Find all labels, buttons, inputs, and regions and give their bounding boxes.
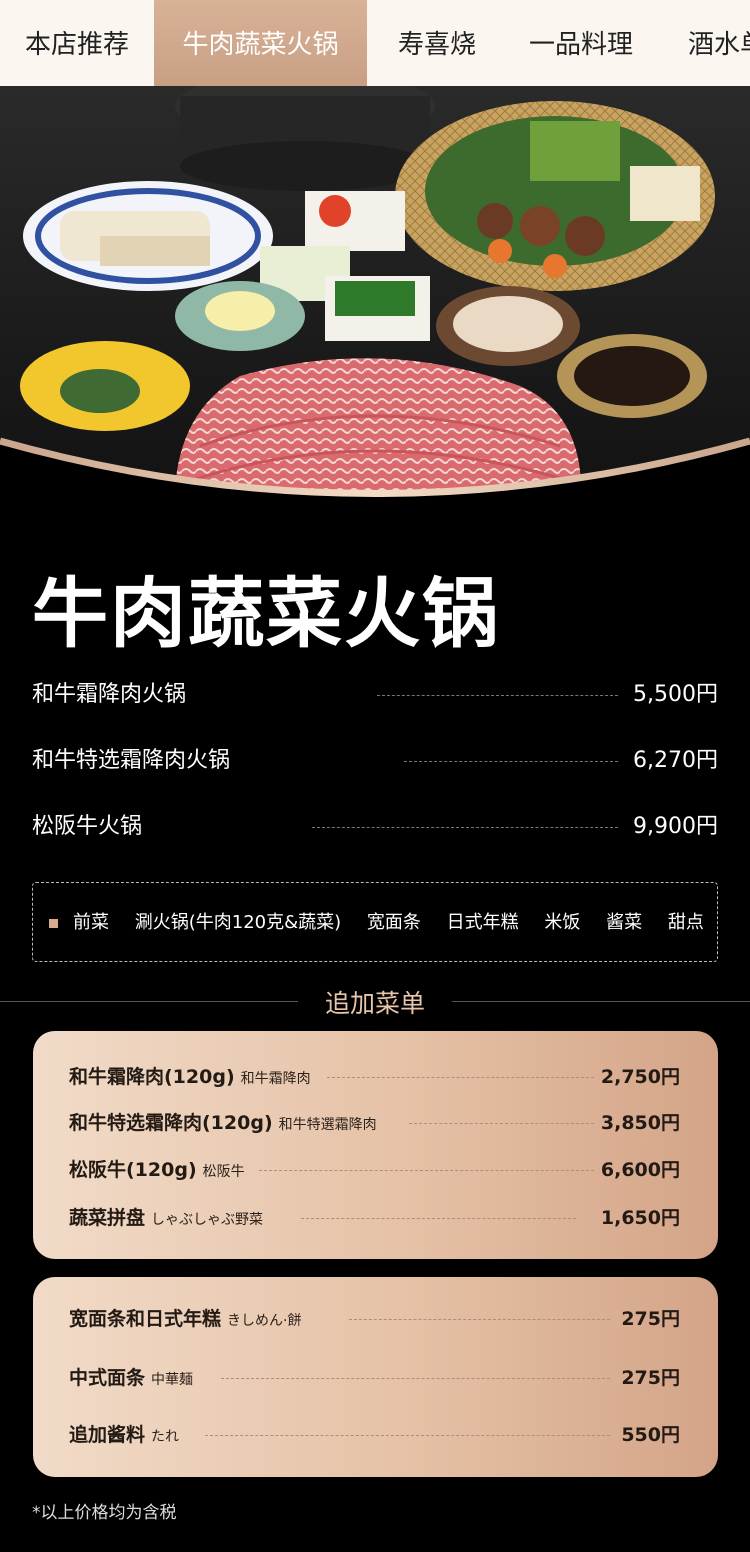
menu-item: 和牛霜降肉火锅 5,500円 (32, 677, 718, 713)
add-item-cn: 宽面条和日式年糕 (69, 1308, 222, 1330)
add-item-cn: 追加酱料 (69, 1424, 146, 1446)
tab-beef-vegetable-hotpot[interactable]: 牛肉蔬菜火锅 (154, 0, 367, 86)
set-item: 酱菜 (606, 912, 643, 933)
hero-food-image (0, 86, 750, 516)
set-item: 涮火锅(牛肉120克&蔬菜) (134, 912, 342, 933)
add-item-name: 和牛霜降肉(120g) 和牛霜降肉 (69, 1062, 311, 1094)
add-item-jp: 松阪牛 (202, 1164, 245, 1180)
tab-sukiyaki[interactable]: 寿喜烧 (367, 0, 507, 86)
leader-dots (349, 1319, 610, 1320)
add-item-cn: 松阪牛(120g) (69, 1159, 197, 1181)
square-bullet-icon (49, 919, 58, 928)
category-tab-bar: 本店推荐 牛肉蔬菜火锅 寿喜烧 一品料理 酒水单 (0, 0, 750, 86)
page-title: 牛肉蔬菜火锅 (32, 569, 500, 658)
tax-footnote: *以上价格均为含税 (32, 1503, 177, 1523)
set-item: 日式年糕 (446, 912, 519, 933)
add-item-name: 松阪牛(120g) 松阪牛 (69, 1155, 245, 1187)
hotpot-meal-photo-icon (0, 86, 750, 516)
add-menu-card-meat: 和牛霜降肉(120g) 和牛霜降肉 2,750円 和牛特选霜降肉(120g) 和牛特… (33, 1031, 718, 1259)
add-item-name: 追加酱料 たれ (69, 1420, 179, 1452)
add-menu-heading: 追加菜单 (324, 989, 425, 1018)
add-item-jp: 和牛特選霜降肉 (278, 1117, 377, 1133)
leader-dots (404, 761, 618, 762)
add-menu-item: 和牛霜降肉(120g) 和牛霜降肉 2,750円 (69, 1062, 680, 1092)
add-item-price: 550円 (621, 1424, 680, 1446)
menu-item-name: 和牛特选霜降肉火锅 (32, 748, 231, 773)
menu-item-name: 松阪牛火锅 (32, 814, 143, 839)
menu-item-price: 9,900円 (633, 814, 718, 839)
add-item-jp: きしめん·餅 (227, 1313, 302, 1329)
add-menu-item: 宽面条和日式年糕 きしめん·餅 275円 (69, 1304, 680, 1334)
add-item-jp: 和牛霜降肉 (240, 1071, 311, 1087)
leader-dots (205, 1435, 610, 1436)
leader-dots (221, 1378, 610, 1379)
menu-item-price: 5,500円 (633, 682, 718, 707)
add-item-name: 中式面条 中華麺 (69, 1363, 193, 1395)
add-menu-item: 松阪牛(120g) 松阪牛 6,600円 (69, 1155, 680, 1185)
set-item: 米饭 (544, 912, 581, 933)
menu-item: 和牛特选霜降肉火锅 6,270円 (32, 743, 718, 779)
add-item-cn: 蔬菜拼盘 (69, 1207, 146, 1229)
add-item-price: 2,750円 (600, 1066, 680, 1088)
menu-item-name: 和牛霜降肉火锅 (32, 682, 187, 707)
add-menu-item: 和牛特选霜降肉(120g) 和牛特選霜降肉 3,850円 (69, 1108, 680, 1138)
leader-dots (259, 1170, 594, 1171)
leader-dots (377, 695, 618, 696)
add-item-cn: 和牛霜降肉(120g) (69, 1066, 235, 1088)
set-item: 甜点 (667, 912, 704, 933)
add-menu-item: 中式面条 中華麺 275円 (69, 1363, 680, 1393)
add-item-jp: たれ (151, 1429, 180, 1445)
add-item-name: 蔬菜拼盘 しゃぶしゃぶ野菜 (69, 1203, 263, 1235)
set-contents-list: 前菜 涮火锅(牛肉120克&蔬菜) 宽面条 日式年糕 米饭 酱菜 甜点 (73, 883, 704, 963)
add-item-name: 和牛特选霜降肉(120g) 和牛特選霜降肉 (69, 1108, 377, 1140)
add-item-name: 宽面条和日式年糕 きしめん·餅 (69, 1304, 301, 1336)
add-menu-card-sides: 宽面条和日式年糕 きしめん·餅 275円 中式面条 中華麺 275円 追加酱料 たれ … (33, 1277, 718, 1477)
add-item-jp: しゃぶしゃぶ野菜 (151, 1212, 264, 1228)
add-menu-item: 蔬菜拼盘 しゃぶしゃぶ野菜 1,650円 (69, 1203, 680, 1233)
leader-dots (312, 827, 618, 828)
add-item-price: 1,650円 (600, 1207, 680, 1229)
tab-recommended[interactable]: 本店推荐 (0, 0, 154, 86)
leader-dots (327, 1077, 594, 1078)
add-item-cn: 中式面条 (69, 1367, 146, 1389)
leader-dots (409, 1123, 594, 1124)
tab-a-la-carte[interactable]: 一品料理 (507, 0, 655, 86)
add-item-cn: 和牛特选霜降肉(120g) (69, 1112, 273, 1134)
menu-item: 松阪牛火锅 9,900円 (32, 809, 718, 845)
leader-dots (301, 1218, 576, 1219)
add-item-price: 3,850円 (600, 1112, 680, 1134)
add-item-price: 275円 (621, 1367, 680, 1389)
add-item-jp: 中華麺 (151, 1372, 194, 1388)
add-menu-item: 追加酱料 たれ 550円 (69, 1420, 680, 1450)
add-item-price: 6,600円 (600, 1159, 680, 1181)
set-item: 宽面条 (366, 912, 421, 933)
add-item-price: 275円 (621, 1308, 680, 1330)
tab-drinks[interactable]: 酒水单 (655, 0, 750, 86)
set-item: 前菜 (73, 912, 109, 933)
menu-item-price: 6,270円 (633, 748, 718, 773)
set-contents-box: 前菜 涮火锅(牛肉120克&蔬菜) 宽面条 日式年糕 米饭 酱菜 甜点 (32, 882, 718, 962)
